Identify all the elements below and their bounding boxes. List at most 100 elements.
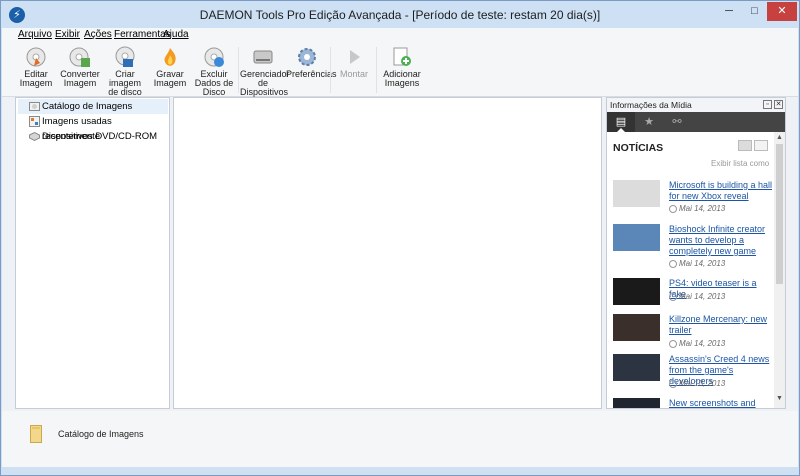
clock-icon bbox=[669, 205, 677, 213]
scroll-down-icon[interactable]: ▼ bbox=[775, 394, 784, 403]
star-icon: ★ bbox=[644, 116, 654, 128]
news-item[interactable]: New screenshots and bbox=[613, 398, 771, 408]
virtual-device-manager-icon bbox=[253, 50, 273, 64]
news-link[interactable]: Microsoft is building a hall for new Xbo… bbox=[669, 180, 773, 202]
news-feed: NOTÍCIAS Exibir lista como Microsoft is … bbox=[607, 132, 773, 408]
add-images-button[interactable]: Adicionar Imagens bbox=[380, 46, 424, 88]
news-thumbnail[interactable] bbox=[613, 224, 660, 251]
convert-image-label: Converter Imagem bbox=[60, 69, 100, 88]
news-item[interactable]: Bioshock Infinite creator wants to devel… bbox=[613, 224, 771, 274]
preferences-label: Preferências bbox=[286, 69, 337, 79]
toolbar-separator bbox=[330, 47, 331, 93]
media-panel-tabs: ▤ ★ ⚯ bbox=[607, 112, 785, 132]
news-heading: NOTÍCIAS bbox=[613, 142, 664, 154]
menu-exibir[interactable]: Exibir bbox=[55, 29, 80, 40]
news-date: Mai 13, 2013 bbox=[669, 379, 725, 388]
document-icon: ▤ bbox=[615, 116, 627, 128]
create-image-button[interactable]: Criar imagem de disco bbox=[100, 46, 150, 97]
gear-icon bbox=[298, 48, 316, 66]
news-scrollbar[interactable]: ▲ ▼ bbox=[774, 132, 785, 408]
tree-item-image-catalog[interactable]: Catálogo de Imagens bbox=[18, 99, 168, 114]
news-item[interactable]: Killzone Mercenary: new trailer Mai 14, … bbox=[613, 314, 771, 354]
status-area: Catálogo de Imagens bbox=[2, 411, 798, 467]
news-item[interactable]: PS4: video teaser is a fake Mai 14, 2013 bbox=[613, 278, 771, 310]
news-link[interactable]: Bioshock Infinite creator wants to devel… bbox=[669, 224, 773, 257]
news-item[interactable]: Assassin's Creed 4 news from the game's … bbox=[613, 354, 771, 394]
app-window: ⚡ DAEMON Tools Pro Edição Avançada - [Pe… bbox=[0, 0, 800, 476]
add-images-icon bbox=[393, 47, 411, 66]
menu-bar: Arquivo Exibir Ações Ferramentas Ajuda bbox=[2, 28, 798, 43]
list-view-button[interactable] bbox=[754, 140, 768, 151]
window-title: DAEMON Tools Pro Edição Avançada - [Perí… bbox=[199, 8, 601, 22]
tree-item-label: Catálogo de Imagens bbox=[42, 101, 133, 112]
tab-links[interactable]: ⚯ bbox=[663, 112, 691, 132]
media-info-panel: Informações da Mídia ▫ ✕ ▤ ★ ⚯ NOTÍCIAS bbox=[606, 97, 786, 409]
add-images-label: Adicionar Imagens bbox=[383, 69, 421, 88]
erase-disc-button[interactable]: Excluir Dados de Disco bbox=[192, 46, 236, 97]
clock-icon bbox=[669, 380, 677, 388]
mount-button[interactable]: Montar bbox=[336, 46, 372, 79]
news-thumbnail[interactable] bbox=[613, 354, 660, 381]
dvd-drive-icon bbox=[29, 131, 40, 142]
link-icon: ⚯ bbox=[672, 116, 682, 128]
erase-disc-label: Excluir Dados de Disco bbox=[194, 69, 234, 97]
scroll-up-icon[interactable]: ▲ bbox=[775, 133, 784, 142]
scrollbar-thumb[interactable] bbox=[776, 144, 783, 284]
clock-icon bbox=[669, 340, 677, 348]
news-thumbnail[interactable] bbox=[613, 278, 660, 305]
erase-disc-icon bbox=[204, 47, 224, 67]
menu-ajuda[interactable]: Ajuda bbox=[163, 29, 189, 40]
tree-item-recent-images[interactable]: Imagens usadas recentemente bbox=[18, 114, 168, 142]
image-list-area[interactable] bbox=[173, 97, 602, 409]
panel-close-button[interactable]: ✕ bbox=[774, 100, 783, 109]
news-item[interactable]: Microsoft is building a hall for new Xbo… bbox=[613, 180, 773, 220]
title-bar[interactable]: ⚡ DAEMON Tools Pro Edição Avançada - [Pe… bbox=[1, 1, 799, 28]
clock-icon bbox=[669, 293, 677, 301]
view-hint: Exibir lista como bbox=[711, 159, 770, 168]
news-link[interactable]: New screenshots and bbox=[669, 398, 773, 408]
tree-item-dvd-devices[interactable]: Dispositivos DVD/CD-ROM bbox=[18, 129, 168, 144]
panel-restore-button[interactable]: ▫ bbox=[763, 100, 772, 109]
close-button[interactable]: ✕ bbox=[767, 2, 797, 21]
edit-image-icon bbox=[26, 47, 46, 67]
toolbar-separator bbox=[238, 47, 239, 93]
minimize-button[interactable]: ─ bbox=[716, 2, 742, 21]
news-date-text: Mai 14, 2013 bbox=[679, 204, 726, 213]
news-date: Mai 14, 2013 bbox=[669, 204, 725, 213]
news-date-text: Mai 14, 2013 bbox=[679, 292, 726, 301]
toolbar-separator bbox=[376, 47, 377, 93]
menu-arquivo[interactable]: Arquivo bbox=[18, 29, 52, 40]
news-date-text: Mai 14, 2013 bbox=[679, 259, 726, 268]
news-thumbnail[interactable] bbox=[613, 180, 660, 207]
clock-icon bbox=[669, 260, 677, 268]
maximize-button[interactable]: □ bbox=[742, 2, 767, 21]
burn-image-button[interactable]: Gravar Imagem bbox=[150, 46, 190, 88]
news-date: Mai 14, 2013 bbox=[669, 339, 725, 348]
media-panel-header: Informações da Mídia ▫ ✕ bbox=[607, 98, 785, 112]
news-date-text: Mai 13, 2013 bbox=[679, 379, 726, 388]
news-date-text: Mai 14, 2013 bbox=[679, 339, 726, 348]
media-panel-title: Informações da Mídia bbox=[610, 100, 692, 110]
news-thumbnail[interactable] bbox=[613, 314, 660, 341]
folder-icon bbox=[30, 425, 42, 443]
convert-image-icon bbox=[69, 47, 90, 67]
edit-image-button[interactable]: Editar Imagem bbox=[12, 46, 60, 88]
news-link[interactable]: Killzone Mercenary: new trailer bbox=[669, 314, 773, 336]
burn-image-icon bbox=[164, 48, 176, 66]
toolbar: Editar Imagem Converter Imagem Criar ima… bbox=[2, 43, 798, 106]
tree-item-label: Dispositivos DVD/CD-ROM bbox=[42, 131, 158, 142]
convert-image-button[interactable]: Converter Imagem bbox=[60, 46, 100, 88]
news-thumbnail[interactable] bbox=[613, 398, 660, 408]
status-label: Catálogo de Imagens bbox=[58, 429, 144, 439]
grid-view-button[interactable] bbox=[738, 140, 752, 151]
mount-play-icon bbox=[350, 50, 360, 64]
tab-news[interactable]: ▤ bbox=[607, 112, 635, 132]
tab-favorites[interactable]: ★ bbox=[635, 112, 663, 132]
news-date: Mai 14, 2013 bbox=[669, 259, 725, 268]
menu-acoes[interactable]: Ações bbox=[84, 29, 112, 40]
edit-image-label: Editar Imagem bbox=[19, 69, 53, 88]
main-area: Catálogo de Imagens Imagens usadas recen… bbox=[2, 97, 798, 411]
create-image-label: Criar imagem de disco bbox=[108, 69, 142, 97]
navigation-tree: Catálogo de Imagens Imagens usadas recen… bbox=[15, 97, 170, 409]
preferences-button[interactable]: Preferências bbox=[286, 46, 337, 79]
